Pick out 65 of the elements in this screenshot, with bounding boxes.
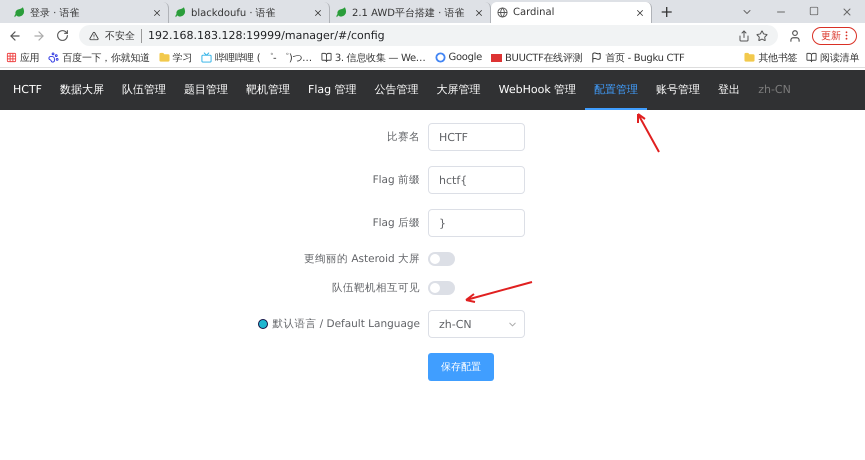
nav-item[interactable]: 配置管理 bbox=[585, 70, 648, 110]
warning-icon bbox=[89, 30, 99, 40]
bookmark[interactable]: 百度一下，你就知道 bbox=[48, 50, 150, 64]
text-field[interactable]: hctf{ bbox=[428, 166, 525, 194]
reload-icon[interactable] bbox=[56, 29, 69, 42]
toggle-switch[interactable] bbox=[428, 281, 455, 295]
restore-icon[interactable] bbox=[809, 6, 819, 16]
nav-item[interactable]: WebHook 管理 bbox=[490, 70, 586, 110]
bookmark[interactable]: 阅读清单 bbox=[806, 50, 859, 64]
update-button[interactable]: 更新 bbox=[812, 26, 857, 44]
text-field[interactable]: HCTF bbox=[428, 123, 525, 151]
close-icon[interactable] bbox=[152, 8, 162, 18]
new-tab-button[interactable]: + bbox=[652, 2, 682, 23]
nav-item[interactable]: HCTF bbox=[4, 70, 51, 110]
field-label: 比赛名 bbox=[386, 130, 420, 144]
field-label: Flag 前缀 bbox=[372, 173, 420, 187]
nav-item[interactable]: 公告管理 bbox=[366, 70, 428, 110]
language-select[interactable]: zh-CN bbox=[428, 310, 525, 338]
text-field[interactable]: } bbox=[428, 209, 525, 237]
apps-grid-icon bbox=[6, 52, 17, 63]
bookmark[interactable]: BUUCTF在线评测 bbox=[490, 50, 582, 64]
leaf-icon bbox=[175, 7, 186, 18]
bookmark[interactable]: 学习 bbox=[158, 50, 192, 64]
nav-item[interactable]: 队伍管理 bbox=[113, 70, 175, 110]
bookmark[interactable]: 哔哩哔哩 ( ゜- ゜)つ… bbox=[201, 50, 312, 64]
share-icon[interactable] bbox=[738, 30, 750, 42]
nav-item[interactable]: 数据大屏 bbox=[51, 70, 113, 110]
flag-icon bbox=[591, 52, 602, 63]
close-icon[interactable] bbox=[474, 8, 484, 18]
toggle-switch[interactable] bbox=[428, 252, 455, 266]
logo-icon bbox=[490, 54, 502, 62]
field-label: 队伍靶机相互可见 bbox=[331, 281, 420, 295]
nav-item[interactable]: 登出 bbox=[709, 70, 750, 110]
browser-tab[interactable]: Cardinal bbox=[491, 2, 652, 23]
field-label: 默认语言 / Default Language bbox=[272, 317, 420, 331]
close-icon[interactable] bbox=[313, 8, 323, 18]
field-label: 更绚丽的 Asteroid 大屏 bbox=[303, 252, 420, 266]
tv-icon bbox=[201, 52, 212, 63]
nav-item[interactable]: Flag 管理 bbox=[299, 70, 366, 110]
nav-item[interactable]: 靶机管理 bbox=[237, 70, 299, 110]
nav-item[interactable]: 大屏管理 bbox=[428, 70, 490, 110]
nav-item[interactable]: 题目管理 bbox=[175, 70, 237, 110]
book-icon bbox=[806, 52, 818, 63]
bookmark[interactable]: 其他书签 bbox=[744, 50, 798, 64]
leaf-icon bbox=[336, 7, 347, 18]
field-label: Flag 后缀 bbox=[372, 216, 420, 230]
bookmark[interactable]: Google bbox=[434, 52, 482, 63]
book-icon bbox=[320, 52, 332, 63]
globe-icon bbox=[497, 7, 508, 18]
url-text: 192.168.183.128:19999/manager/#/config bbox=[148, 29, 385, 42]
paw-icon bbox=[48, 52, 60, 63]
close-icon[interactable] bbox=[635, 8, 645, 18]
leaf-icon bbox=[14, 7, 25, 18]
bookmark[interactable]: 应用 bbox=[6, 50, 40, 64]
bookmark[interactable]: 首页 - Bugku CTF bbox=[591, 50, 684, 64]
star-icon[interactable] bbox=[756, 30, 768, 42]
address-bar[interactable]: 不安全 192.168.183.128:19999/manager/#/config bbox=[79, 25, 778, 46]
globe-dot-icon bbox=[258, 319, 268, 329]
bookmark[interactable]: 3. 信息收集 — We… bbox=[320, 50, 426, 64]
back-icon[interactable] bbox=[8, 28, 22, 42]
security-label: 不安全 bbox=[105, 28, 142, 42]
profile-icon[interactable] bbox=[788, 28, 802, 42]
nav-item[interactable]: 账号管理 bbox=[647, 70, 710, 110]
folder-icon bbox=[158, 52, 170, 63]
folder-icon bbox=[744, 52, 756, 63]
